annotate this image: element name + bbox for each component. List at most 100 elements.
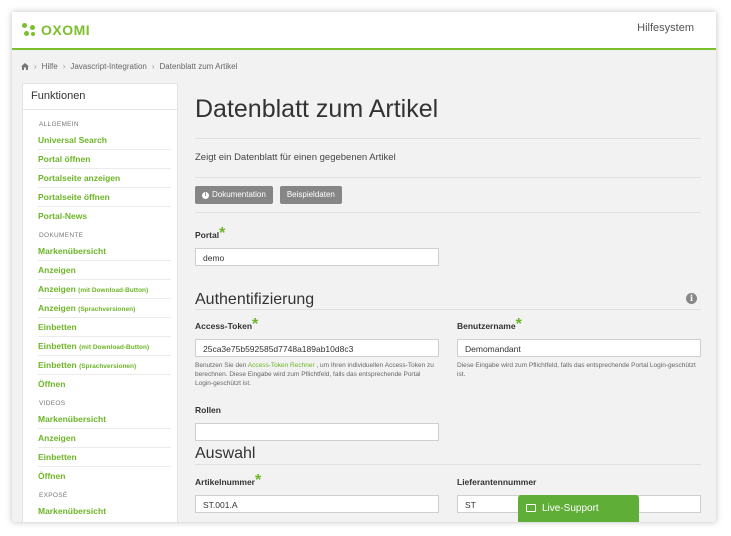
access-token-input[interactable]: 25ca3e75b592585d7748a189ab10d8c3 <box>195 339 439 357</box>
logo-text: OXOMI <box>41 22 91 38</box>
logo-dots-icon <box>22 23 36 37</box>
auth-section-title: Authentifizierung i <box>195 291 701 309</box>
required-marker: * <box>255 472 262 489</box>
username-label: Benutzername <box>457 321 516 331</box>
username-input[interactable]: Demomandant <box>457 339 701 357</box>
sidebar-section-label: EXPOSÉ <box>39 492 68 499</box>
roles-input[interactable] <box>195 423 439 441</box>
sidebar-item-label: Öffnen <box>38 379 66 389</box>
sidebar-item-label: Portalseite anzeigen <box>38 173 121 183</box>
sidebar-item-doc-einbetten-sprach[interactable]: Einbetten (Sprachversionen) <box>38 356 171 375</box>
sidebar-item-portalseite-anzeigen[interactable]: Portalseite anzeigen <box>38 169 171 188</box>
home-icon[interactable] <box>21 63 29 70</box>
info-icon[interactable]: i <box>686 293 697 304</box>
breadcrumb-item[interactable]: Javascript-Integration <box>70 62 146 71</box>
sidebar-item-label: Portal-News <box>38 211 88 221</box>
help-system-link[interactable]: Hilfesystem <box>637 22 694 34</box>
sidebar-item-doc-anzeigen-sprach[interactable]: Anzeigen (Sprachversionen) <box>38 299 171 318</box>
article-number-input[interactable]: ST.001.A <box>195 495 439 513</box>
sidebar-item-video-oeffnen[interactable]: Öffnen <box>38 467 171 485</box>
username-field: Benutzername* Demomandant Diese Eingabe … <box>457 316 701 379</box>
roles-label: Rollen <box>195 405 221 415</box>
sidebar-item-label: Einbetten <box>38 341 77 351</box>
username-help: Diese Eingabe wird zum Pflichtfeld, fall… <box>457 362 696 378</box>
sidebar-item-portal-news[interactable]: Portal-News <box>38 207 171 225</box>
live-support-label: Live-Support <box>542 503 599 514</box>
sidebar-item-universal-search[interactable]: Universal Search <box>38 131 171 150</box>
divider <box>195 464 701 465</box>
sidebar-item-label: Universal Search <box>38 135 107 145</box>
example-data-button[interactable]: Beispieldaten <box>279 186 342 204</box>
divider <box>195 177 701 178</box>
live-support-button[interactable]: Live-Support <box>518 495 639 522</box>
sidebar-item-portalseite-oeffnen[interactable]: Portalseite öffnen <box>38 188 171 207</box>
sidebar-item-sublabel: (mit Download-Button) <box>78 287 149 294</box>
sidebar-item-label: Einbetten <box>38 452 77 462</box>
breadcrumb-separator: › <box>151 62 155 71</box>
top-bar: OXOMI Hilfesystem <box>12 12 716 50</box>
sidebar-title: Funktionen <box>23 84 177 110</box>
access-token-calculator-link[interactable]: Access-Token Rechner <box>248 362 315 369</box>
breadcrumb-separator: › <box>34 62 37 71</box>
required-marker: * <box>252 316 259 333</box>
access-token-help: Benutzen Sie den Access-Token Rechner , … <box>195 361 439 388</box>
documentation-button[interactable]: i Dokumentation <box>195 186 273 204</box>
sidebar-list: ALLGEMEIN Universal Search Portal öffnen… <box>23 110 177 520</box>
sidebar-item-video-markenuebersicht[interactable]: Markenübersicht <box>38 410 171 429</box>
sidebar-item-label: Markenübersicht <box>38 414 107 424</box>
sidebar-item-label: Öffnen <box>38 471 66 481</box>
sidebar-item-label: Einbetten <box>38 360 77 370</box>
sidebar-item-doc-markenuebersicht[interactable]: Markenübersicht <box>38 242 171 261</box>
supplier-number-label: Lieferantennummer <box>457 477 537 487</box>
sidebar-item-expose-markenuebersicht[interactable]: Markenübersicht <box>38 502 171 520</box>
page-description: Zeigt ein Datenblatt für einen gegebenen… <box>195 152 396 163</box>
sidebar-item-doc-anzeigen[interactable]: Anzeigen <box>38 261 171 280</box>
sidebar: Funktionen ALLGEMEIN Universal Search Po… <box>22 83 178 522</box>
sidebar-item-video-anzeigen[interactable]: Anzeigen <box>38 429 171 448</box>
breadcrumb: › Hilfe › Javascript-Integration › Daten… <box>21 62 237 71</box>
main-content: Datenblatt zum Artikel Zeigt ein Datenbl… <box>195 90 701 486</box>
sidebar-item-label: Markenübersicht <box>38 506 107 516</box>
roles-field: Rollen <box>195 400 439 441</box>
help-text: Benutzen Sie den <box>195 362 247 369</box>
article-number-field: Artikelnummer* ST.001.A <box>195 472 439 513</box>
sidebar-item-label: Portalseite öffnen <box>38 192 110 202</box>
access-token-label: Access-Token <box>195 321 253 331</box>
breadcrumb-item: Datenblatt zum Artikel <box>159 62 238 71</box>
divider <box>195 212 701 213</box>
sidebar-item-label: Anzeigen <box>38 433 76 443</box>
sidebar-item-label: Portal öffnen <box>38 154 91 164</box>
sidebar-item-portal-oeffnen[interactable]: Portal öffnen <box>38 150 171 169</box>
required-marker: * <box>219 225 226 242</box>
article-number-label: Artikelnummer <box>195 477 255 487</box>
browser-frame: OXOMI Hilfesystem › Hilfe › Javascript-I… <box>12 12 716 522</box>
portal-field: Portal* demo <box>195 225 701 266</box>
sidebar-item-label: Markenübersicht <box>38 246 107 256</box>
portal-input[interactable]: demo <box>195 248 439 266</box>
sidebar-item-video-einbetten[interactable]: Einbetten <box>38 448 171 467</box>
sidebar-item-sublabel: (mit Download-Button) <box>79 344 150 351</box>
sidebar-section-label: ALLGEMEIN <box>39 121 79 128</box>
sidebar-section-label: VIDEOS <box>39 400 66 407</box>
example-data-button-label: Beispieldaten <box>286 190 335 199</box>
sidebar-item-sublabel: (Sprachversionen) <box>78 306 136 313</box>
chat-bubble-icon <box>526 504 536 512</box>
portal-label: Portal <box>195 230 220 240</box>
sidebar-item-label: Einbetten <box>38 322 77 332</box>
sidebar-item-doc-einbetten[interactable]: Einbetten <box>38 318 171 337</box>
selection-section-title: Auswahl <box>195 445 256 462</box>
oxomi-logo[interactable]: OXOMI <box>22 19 90 41</box>
sidebar-item-label: Anzeigen <box>38 303 76 313</box>
sidebar-section-label: DOKUMENTE <box>39 232 84 239</box>
sidebar-item-doc-anzeigen-download[interactable]: Anzeigen (mit Download-Button) <box>38 280 171 299</box>
breadcrumb-item[interactable]: Hilfe <box>42 62 58 71</box>
auth-section-label: Authentifizierung <box>195 291 315 308</box>
sidebar-item-label: Anzeigen <box>38 265 76 275</box>
button-row: i Dokumentation Beispieldaten <box>195 186 701 204</box>
sidebar-item-label: Anzeigen <box>38 284 76 294</box>
sidebar-item-doc-einbetten-download[interactable]: Einbetten (mit Download-Button) <box>38 337 171 356</box>
page-title: Datenblatt zum Artikel <box>195 95 439 123</box>
divider <box>195 138 701 139</box>
sidebar-item-doc-oeffnen[interactable]: Öffnen <box>38 375 171 393</box>
sidebar-item-sublabel: (Sprachversionen) <box>79 363 137 370</box>
